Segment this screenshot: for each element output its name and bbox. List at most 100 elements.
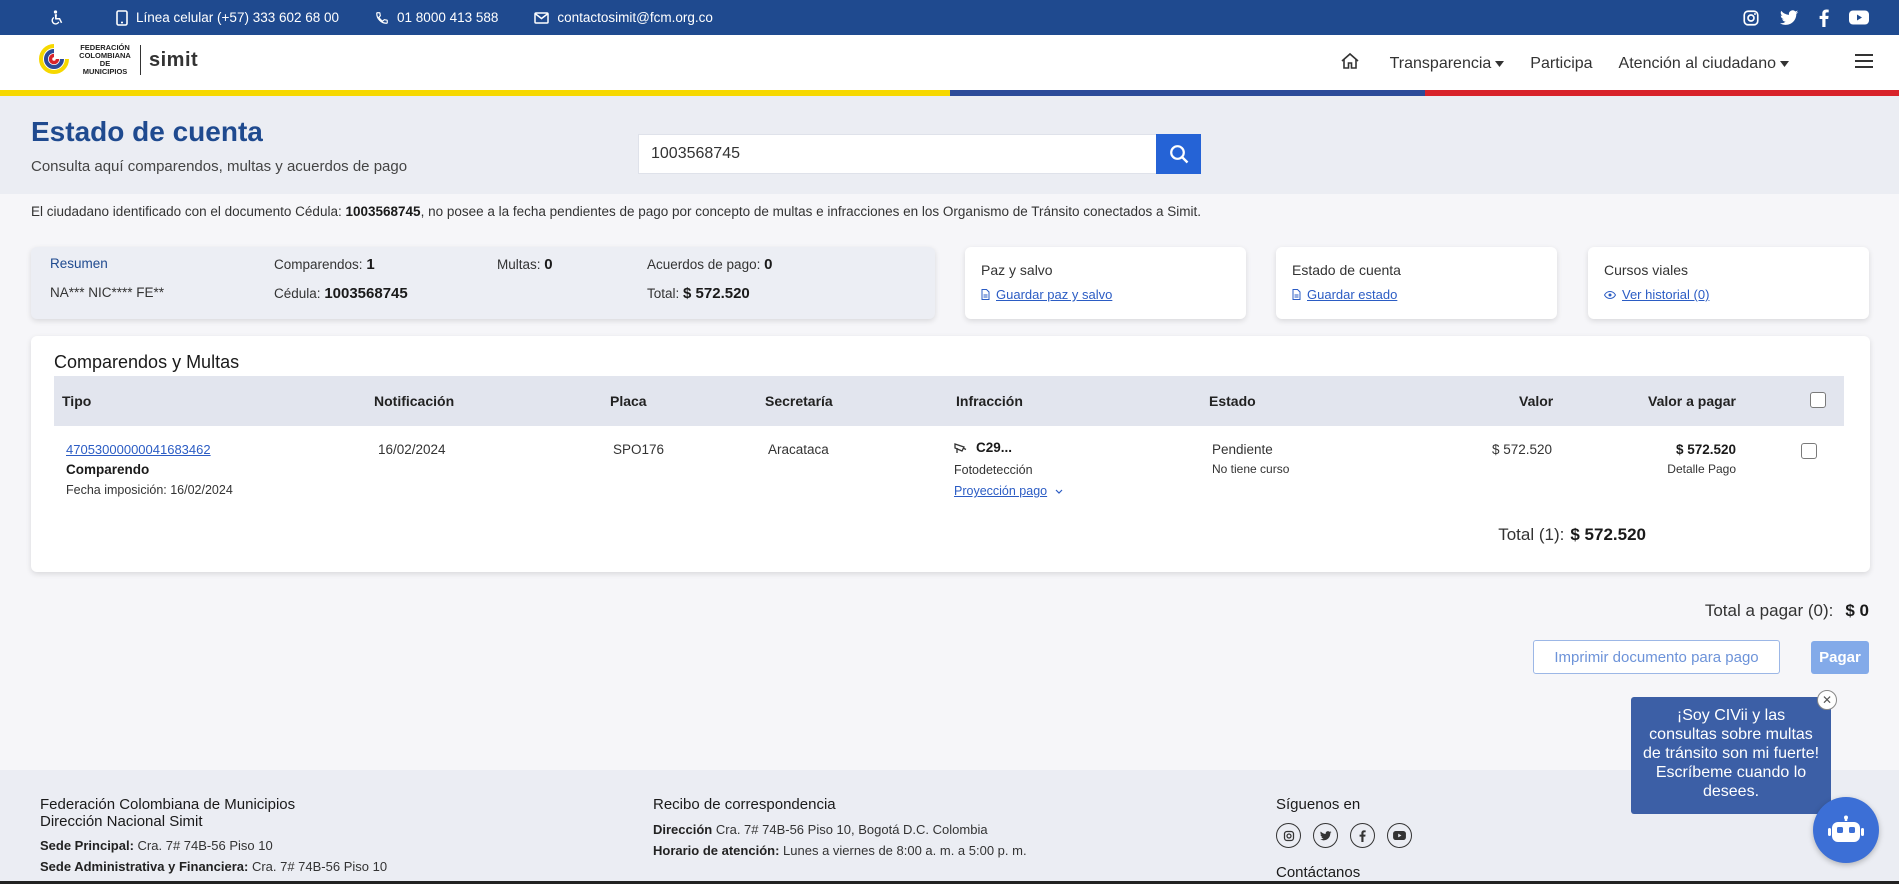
col-notificacion: Notificación — [374, 393, 455, 409]
fcm-simit-logo[interactable]: FEDERACIÓN COLOMBIANA DE MUNICIPIOS simi… — [38, 43, 198, 77]
table-header: Tipo Notificación Placa Secretaría Infra… — [54, 376, 1844, 426]
cursos-viales-link-text[interactable]: Ver historial (0) — [1622, 287, 1709, 302]
estado-value: Pendiente — [1212, 442, 1273, 457]
chatbot-icon[interactable] — [1813, 797, 1879, 863]
twitter-icon[interactable] — [1313, 823, 1338, 848]
twitter-icon[interactable] — [1780, 9, 1799, 26]
youtube-icon[interactable] — [1387, 823, 1412, 848]
nav-transparencia[interactable]: Transparencia — [1390, 55, 1505, 73]
cedula-value: Cédula: 1003568745 — [274, 285, 408, 302]
site-footer: Federación Colombiana de Municipios Dire… — [0, 770, 1899, 884]
youtube-icon[interactable] — [1849, 10, 1869, 25]
footer-follow: Síguenos en — [1276, 796, 1361, 813]
total-to-pay-label: Total a pagar (0): — [1704, 601, 1834, 620]
phone-label: Línea celular (+57) 333 602 68 00 — [136, 10, 340, 25]
mobile-phone-icon — [116, 9, 128, 26]
estado-cuenta-title: Estado de cuenta — [1292, 262, 1401, 278]
page-subtitle: Consulta aquí comparendos, multas y acue… — [31, 158, 408, 175]
cursos-viales-link[interactable]: Ver historial (0) — [1604, 287, 1709, 302]
col-secretaria: Secretaría — [765, 393, 833, 409]
email-link[interactable]: contactosimit@fcm.org.co — [534, 10, 713, 25]
proyeccion-pago-link[interactable]: Proyección pago — [954, 484, 1047, 498]
instagram-icon[interactable] — [1742, 9, 1760, 27]
estado-cuenta-link-text[interactable]: Guardar estado — [1307, 287, 1397, 302]
fecha-imposicion: Fecha imposición: 16/02/2024 — [66, 483, 233, 497]
col-placa: Placa — [610, 393, 647, 409]
paz-salvo-link[interactable]: Guardar paz y salvo — [981, 287, 1112, 302]
main-nav: Transparencia Participa Atención al ciud… — [1340, 35, 1899, 92]
home-icon[interactable] — [1340, 52, 1360, 75]
footer-org: Federación Colombiana de Municipios — [40, 796, 296, 813]
pay-button[interactable]: Pagar — [1811, 641, 1869, 674]
table-row: 47053000000041683462 Comparendo Fecha im… — [54, 426, 1844, 526]
facebook-icon[interactable] — [1819, 8, 1829, 27]
close-icon[interactable]: ✕ — [1817, 690, 1837, 710]
facebook-icon[interactable] — [1350, 823, 1375, 848]
footer-sede-adm: Sede Administrativa y Financiera: Cra. 7… — [40, 859, 388, 874]
menu-icon[interactable] — [1855, 54, 1873, 73]
nav-atencion[interactable]: Atención al ciudadano — [1619, 55, 1789, 73]
col-infraccion: Infracción — [956, 393, 1023, 409]
curso-status: No tiene curso — [1212, 462, 1290, 476]
footer-social-icons — [1276, 823, 1412, 848]
comparendos-count: Comparendos: 1 — [274, 256, 375, 273]
toll-free-link[interactable]: 01 8000 413 588 — [375, 10, 498, 25]
toll-free-label: 01 8000 413 588 — [397, 10, 499, 25]
chat-bubble[interactable]: ¡Soy CIVii y las consultas sobre multas … — [1631, 697, 1831, 814]
row-checkbox[interactable] — [1801, 443, 1817, 459]
instagram-icon[interactable] — [1276, 823, 1301, 848]
paz-salvo-card: Paz y salvo Guardar paz y salvo — [965, 247, 1246, 319]
chevron-down-icon — [1055, 489, 1063, 494]
paz-salvo-title: Paz y salvo — [981, 262, 1053, 278]
summary-card: Resumen NA*** NIC**** FE** Comparendos: … — [31, 247, 935, 319]
telephone-icon — [376, 11, 388, 24]
page-hero: Estado de cuenta Consulta aquí comparend… — [0, 96, 1899, 194]
section-title: Comparendos y Multas — [54, 352, 240, 372]
envelope-icon — [534, 11, 550, 24]
secretaria-value: Aracataca — [768, 442, 829, 457]
col-valor-pagar: Valor a pagar — [1648, 393, 1736, 409]
infraccion-source: Fotodetección — [954, 463, 1033, 477]
estado-cuenta-link[interactable]: Guardar estado — [1292, 287, 1397, 302]
comparendo-number-link[interactable]: 47053000000041683462 — [66, 442, 211, 457]
acuerdos-count: Acuerdos de pago: 0 — [647, 256, 773, 273]
cursos-viales-card: Cursos viales Ver historial (0) — [1588, 247, 1869, 319]
footer-sede: Sede Principal: Cra. 7# 74B-56 Piso 10 — [40, 838, 273, 853]
notice-prefix: El ciudadano identificado con el documen… — [31, 204, 342, 219]
search-icon — [1169, 145, 1188, 164]
nav-atencion-label: Atención al ciudadano — [1618, 54, 1776, 72]
search-box — [638, 134, 1201, 174]
table-total: Total (1): $ 572.520 — [1498, 525, 1646, 545]
eye-icon — [1604, 290, 1616, 299]
summary-name: NA*** NIC**** FE** — [50, 285, 165, 300]
citizen-notice: El ciudadano identificado con el documen… — [31, 204, 1201, 219]
nav-transparencia-label: Transparencia — [1389, 54, 1492, 72]
search-button[interactable] — [1156, 134, 1201, 174]
page-title: Estado de cuenta — [31, 116, 263, 147]
proyeccion-pago-toggle[interactable]: Proyección pago — [954, 484, 1063, 498]
notice-document: 1003568745 — [345, 204, 421, 219]
search-input[interactable] — [639, 135, 1156, 173]
detalle-pago: Detalle Pago — [1667, 462, 1736, 476]
cursos-viales-title: Cursos viales — [1604, 262, 1689, 278]
top-utility-bar: Línea celular (+57) 333 602 68 00 01 800… — [0, 0, 1899, 35]
accessibility-icon[interactable] — [48, 9, 66, 27]
col-estado: Estado — [1209, 393, 1256, 409]
phone-link[interactable]: Línea celular (+57) 333 602 68 00 — [116, 9, 340, 26]
fcm-logo-icon — [39, 44, 69, 74]
nav-participa[interactable]: Participa — [1530, 55, 1592, 73]
footer-social-column: Síguenos en Contáctanos — [1276, 796, 1412, 881]
comparendos-card: Comparendos y Multas Tipo Notificación P… — [31, 336, 1870, 572]
multas-count: Multas: 0 — [497, 256, 553, 273]
summary-title: Resumen — [50, 256, 108, 271]
caret-down-icon — [1780, 60, 1789, 67]
placa-value: SPO176 — [613, 442, 665, 457]
footer-org-column: Federación Colombiana de Municipios Dire… — [40, 796, 387, 874]
document-icon — [981, 289, 990, 300]
print-document-button[interactable]: Imprimir documento para pago — [1533, 640, 1780, 674]
select-all-checkbox[interactable] — [1810, 392, 1826, 408]
col-valor: Valor — [1519, 393, 1554, 409]
footer-recibo-column: Recibo de correspondencia Dirección Cra.… — [653, 796, 1027, 858]
site-header: FEDERACIÓN COLOMBIANA DE MUNICIPIOS simi… — [0, 35, 1899, 92]
paz-salvo-link-text[interactable]: Guardar paz y salvo — [996, 287, 1112, 302]
